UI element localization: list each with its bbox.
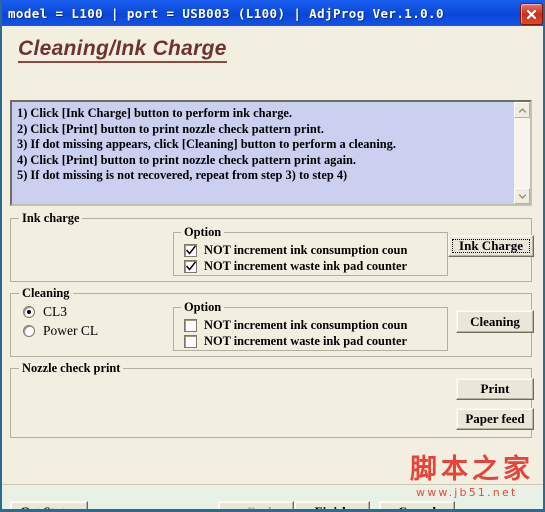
title-bar: model = L100 | port = USB003 (L100) | Ad… — [2, 0, 543, 26]
checkbox-ink-consumption-counter-cleaning[interactable]: NOT increment ink consumption coun — [184, 318, 446, 333]
checkbox-box — [184, 335, 197, 348]
instructions-scrollbar[interactable] — [513, 102, 530, 204]
checkbox-label: NOT increment waste ink pad counter — [204, 334, 407, 348]
checkbox-ink-consumption-counter-inkcharge[interactable]: NOT increment ink consumption coun — [184, 243, 446, 258]
get-status-button-label: Get Status — [19, 504, 79, 512]
finish-button[interactable]: Finish — [294, 501, 370, 512]
get-status-button[interactable]: Get Status — [10, 501, 88, 512]
radio-box — [23, 306, 35, 318]
back-button-label: < Back — [236, 504, 276, 512]
ink-charge-button[interactable]: Ink Charge — [448, 235, 534, 257]
instruction-line: 5) If dot missing is not recovered, repe… — [17, 168, 348, 183]
cleaning-legend: Cleaning — [19, 286, 73, 301]
paper-feed-button-label: Paper feed — [465, 411, 525, 426]
checkbox-waste-ink-pad-counter-cleaning[interactable]: NOT increment waste ink pad counter — [184, 334, 446, 349]
nozzle-check-print-group: Nozzle check print Print Paper feed — [10, 361, 534, 438]
checkbox-box — [184, 244, 197, 257]
cancel-button-label: Cancel — [397, 504, 437, 512]
print-button[interactable]: Print — [456, 378, 534, 400]
checkbox-box — [184, 260, 197, 273]
radio-label: Power CL — [43, 323, 99, 338]
instructions-text: 1) Click [Ink Charge] button to perform … — [12, 102, 513, 204]
radio-label: CL3 — [43, 304, 68, 319]
checkbox-box — [184, 319, 197, 332]
radio-box — [23, 325, 35, 337]
cleaning-group: Cleaning CL3 Power CL Option NOT increme… — [10, 286, 534, 357]
cleaning-option-subgroup: Option NOT increment ink consumption cou… — [173, 300, 448, 351]
cancel-button[interactable]: Cancel — [379, 501, 455, 512]
ink-charge-option-subgroup: Option NOT increment ink consumption cou… — [173, 225, 448, 276]
paper-feed-button[interactable]: Paper feed — [456, 408, 534, 430]
instruction-line: 4) Click [Print] button to print nozzle … — [17, 152, 357, 167]
instructions-panel: 1) Click [Ink Charge] button to perform … — [10, 100, 532, 206]
checkbox-waste-ink-pad-counter-inkcharge[interactable]: NOT increment waste ink pad counter — [184, 259, 446, 274]
finish-button-label: Finish — [314, 504, 350, 512]
ink-charge-group: Ink charge Option NOT increment ink cons… — [10, 211, 534, 282]
scroll-up-icon[interactable] — [514, 102, 530, 118]
nozzle-check-legend: Nozzle check print — [19, 361, 124, 376]
adjprog-window: model = L100 | port = USB003 (L100) | Ad… — [0, 0, 545, 512]
footer-bar: Get Status < Back Finish Cancel — [2, 487, 543, 512]
cleaning-button-label: Cleaning — [470, 313, 520, 329]
close-icon[interactable] — [520, 3, 543, 25]
checkbox-label: NOT increment waste ink pad counter — [204, 259, 407, 273]
print-button-label: Print — [480, 381, 510, 396]
radio-dot — [27, 310, 31, 314]
instruction-line: 2) Click [Print] button to print nozzle … — [17, 121, 324, 136]
checkbox-label: NOT increment ink consumption coun — [204, 318, 408, 332]
ink-charge-legend: Ink charge — [19, 211, 83, 226]
checkbox-label: NOT increment ink consumption coun — [204, 243, 408, 257]
back-button: < Back — [218, 501, 294, 512]
instruction-line: 3) If dot missing appears, click [Cleani… — [17, 137, 396, 152]
dialog-client-area: Cleaning/Ink Charge 1) Click [Ink Charge… — [2, 26, 543, 509]
ink-charge-button-label: Ink Charge — [459, 238, 523, 253]
title-bar-text: model = L100 | port = USB003 (L100) | Ad… — [8, 5, 444, 21]
page-title: Cleaning/Ink Charge — [18, 37, 227, 64]
scroll-down-icon[interactable] — [514, 188, 530, 204]
instruction-line: 1) Click [Ink Charge] button to perform … — [17, 106, 292, 120]
cleaning-option-legend: Option — [181, 300, 225, 315]
radio-power-cl[interactable]: Power CL — [23, 323, 98, 339]
radio-cl3[interactable]: CL3 — [23, 304, 67, 320]
ink-charge-option-legend: Option — [181, 225, 225, 240]
cleaning-button[interactable]: Cleaning — [456, 310, 534, 333]
